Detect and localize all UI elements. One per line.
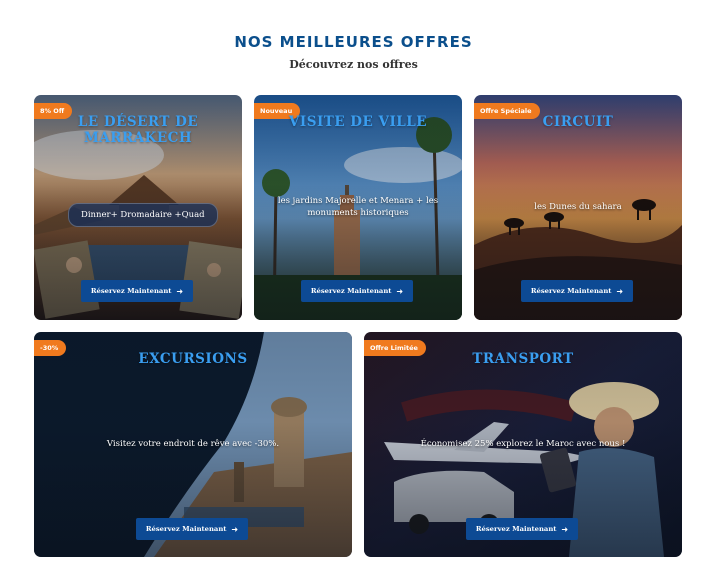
card-title: TRANSPORT (472, 351, 574, 367)
reserve-button-label: Réservez Maintenant (475, 525, 557, 533)
arrow-right-icon: ➜ (616, 286, 624, 296)
reserve-button[interactable]: Réservez Maintenant ➜ (521, 280, 633, 302)
card-description: Économisez 25% explorez le Maroc avec no… (420, 439, 626, 449)
offer-card-circuit[interactable]: Offre Spéciale CIRCUIT les Dunes du saha… (474, 95, 682, 320)
offer-card-city-visit[interactable]: Nouveau VISITE DE VILLE les jardins Majo… (254, 95, 462, 320)
card-title: LE DÉSERT DE MARRAKECH (77, 114, 199, 146)
card-title: EXCURSIONS (138, 351, 248, 367)
section-title: NOS MEILLEURES OFFRES (234, 33, 473, 51)
reserve-button-label: Réservez Maintenant (145, 525, 227, 533)
reserve-button[interactable]: Réservez Maintenant ➜ (136, 518, 248, 540)
offer-card-transport[interactable]: Offre Limitée TRANSPORT Économisez 25% e… (364, 332, 682, 557)
reserve-button-label: Réservez Maintenant (90, 287, 172, 295)
card-description: Visitez votre endroit de rêve avec -30%. (106, 439, 280, 449)
reserve-button[interactable]: Réservez Maintenant ➜ (466, 518, 578, 540)
arrow-right-icon: ➜ (176, 286, 184, 296)
arrow-right-icon: ➜ (561, 524, 569, 534)
card-description: les jardins Majorelle et Menara + les mo… (277, 196, 439, 218)
offer-card-excursions[interactable]: -30% EXCURSIONS Visitez votre endroit de… (34, 332, 352, 557)
card-title: VISITE DE VILLE (288, 114, 428, 130)
reserve-button-label: Réservez Maintenant (310, 287, 392, 295)
card-title: CIRCUIT (542, 114, 614, 130)
section-subtitle: Découvrez nos offres (289, 58, 418, 71)
offer-card-desert[interactable]: 8% Off LE DÉSERT DE MARRAKECH Dinner+ Dr… (34, 95, 242, 320)
arrow-right-icon: ➜ (396, 286, 404, 296)
card-description: Dinner+ Dromadaire +Quad (68, 203, 218, 227)
arrow-right-icon: ➜ (231, 524, 239, 534)
reserve-button[interactable]: Réservez Maintenant ➜ (81, 280, 193, 302)
reserve-button-label: Réservez Maintenant (530, 287, 612, 295)
card-description: les Dunes du sahara (534, 202, 622, 212)
reserve-button[interactable]: Réservez Maintenant ➜ (301, 280, 413, 302)
